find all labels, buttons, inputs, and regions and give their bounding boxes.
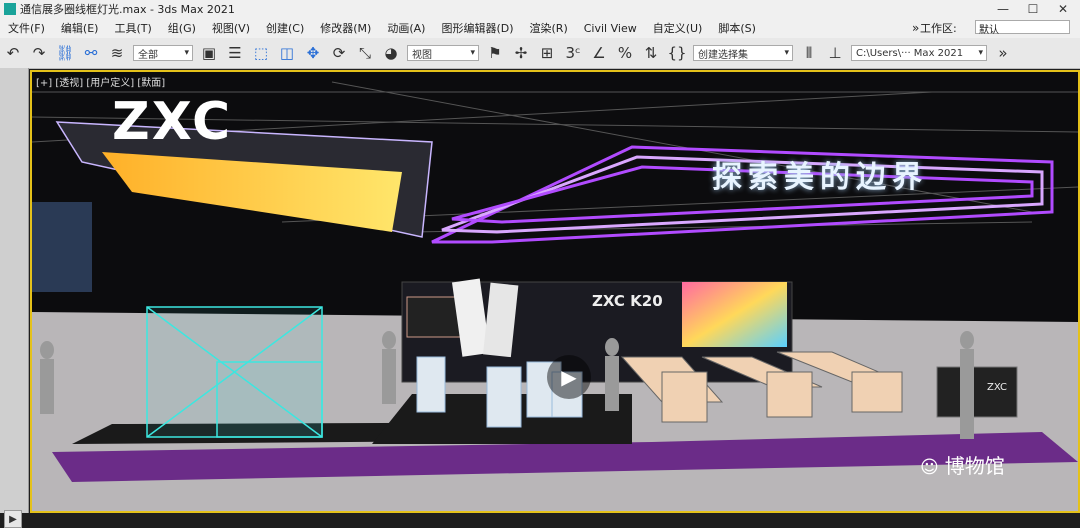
bind-space-warp-icon[interactable]: ≋: [106, 42, 128, 64]
perspective-viewport[interactable]: [+] [透视] [用户定义] [默面] ZXC 探索美的边界 ZXC K20 …: [30, 70, 1080, 513]
brand-logo: ZXC: [112, 92, 233, 152]
window-crossing-icon[interactable]: ◫: [276, 42, 298, 64]
rotate-icon[interactable]: ⟳: [328, 42, 350, 64]
menu-overflow-icon[interactable]: »: [912, 21, 919, 35]
menu-group[interactable]: 组(G): [160, 20, 204, 36]
pivot-center-icon[interactable]: ⚑: [484, 42, 506, 64]
menu-rendering[interactable]: 渲染(R): [522, 20, 576, 36]
menu-file[interactable]: 文件(F): [0, 20, 53, 36]
watermark: ☺ 博物馆: [920, 450, 1005, 479]
main-toolbar: ↶ ↷ ⛓ ⚯ ≋ 全部 ▣ ☰ ⬚ ◫ ✥ ⟳ ⤡ ◕ 视图 ⚑ ✢ ⊞ 3ᶜ…: [0, 38, 1080, 69]
edit-named-selection-icon[interactable]: {}: [666, 42, 688, 64]
toolbar-overflow-icon[interactable]: »: [992, 42, 1014, 64]
wechat-icon: ☺: [920, 457, 939, 478]
unlink-icon[interactable]: ⚯: [80, 42, 102, 64]
redo-icon[interactable]: ↷: [28, 42, 50, 64]
video-wall: [682, 282, 787, 347]
screen-brand-text: ZXC K20: [592, 292, 663, 310]
rect-select-region-icon[interactable]: ⬚: [250, 42, 272, 64]
select-object-icon[interactable]: ▣: [198, 42, 220, 64]
menu-customize[interactable]: 自定义(U): [645, 20, 711, 36]
link-icon[interactable]: ⛓: [54, 42, 76, 64]
menu-animation[interactable]: 动画(A): [379, 20, 433, 36]
menu-bar: 文件(F) 编辑(E) 工具(T) 组(G) 视图(V) 创建(C) 修改器(M…: [0, 18, 1080, 39]
window-title: 通信展多圈线框灯光.max - 3ds Max 2021: [20, 3, 235, 16]
menu-view[interactable]: 视图(V): [204, 20, 258, 36]
percent-snap-icon[interactable]: %: [614, 42, 636, 64]
menu-create[interactable]: 创建(C): [258, 20, 312, 36]
menu-edit[interactable]: 编辑(E): [53, 20, 107, 36]
place-icon[interactable]: ◕: [380, 42, 402, 64]
close-button[interactable]: ✕: [1048, 0, 1078, 18]
mirror-icon[interactable]: ⫴: [798, 42, 820, 64]
workspace-label: 工作区:: [920, 22, 957, 35]
side-wall-panel: [32, 202, 92, 292]
project-path-dropdown[interactable]: C:\Users\··· Max 2021: [851, 45, 987, 61]
align-icon[interactable]: ⊥: [824, 42, 846, 64]
info-panel: [406, 296, 463, 338]
select-by-name-icon[interactable]: ☰: [224, 42, 246, 64]
menu-scripting[interactable]: 脚本(S): [710, 20, 764, 36]
keyboard-shortcut-icon[interactable]: ⊞: [536, 42, 558, 64]
named-selection-dropdown[interactable]: 创建选择集: [693, 45, 793, 61]
neon-banner-text: 探索美的边界: [712, 160, 928, 195]
move-icon[interactable]: ✥: [302, 42, 324, 64]
title-bar: 通信展多圈线框灯光.max - 3ds Max 2021: [0, 0, 1080, 18]
glass-display-box: [146, 306, 323, 438]
snaps-toggle-icon[interactable]: 3ᶜ: [562, 42, 584, 64]
selection-filter-dropdown[interactable]: 全部: [133, 45, 193, 61]
select-manipulate-icon[interactable]: ✢: [510, 42, 532, 64]
angle-snap-icon[interactable]: ∠: [588, 42, 610, 64]
menu-graph-editors[interactable]: 图形编辑器(D): [433, 20, 521, 36]
viewport-label[interactable]: [+] [透视] [用户定义] [默面]: [36, 74, 165, 89]
minimize-button[interactable]: —: [988, 0, 1018, 18]
maximize-button[interactable]: ☐: [1018, 0, 1048, 18]
menu-civil-view[interactable]: Civil View: [576, 22, 645, 35]
video-play-button[interactable]: ▶: [547, 355, 591, 399]
scale-icon[interactable]: ⤡: [354, 42, 376, 64]
counter-brand-text: ZXC: [987, 382, 1007, 393]
watermark-text: 博物馆: [944, 454, 1005, 478]
undo-icon[interactable]: ↶: [2, 42, 24, 64]
viewport-layout-panel: ▶: [0, 68, 29, 528]
spinner-snap-icon[interactable]: ⇅: [640, 42, 662, 64]
reference-coord-dropdown[interactable]: 视图: [407, 45, 479, 61]
workspace-dropdown[interactable]: 默认: [975, 20, 1070, 36]
menu-modifiers[interactable]: 修改器(M): [312, 20, 379, 36]
app-icon: [4, 3, 16, 15]
menu-tools[interactable]: 工具(T): [106, 20, 159, 36]
